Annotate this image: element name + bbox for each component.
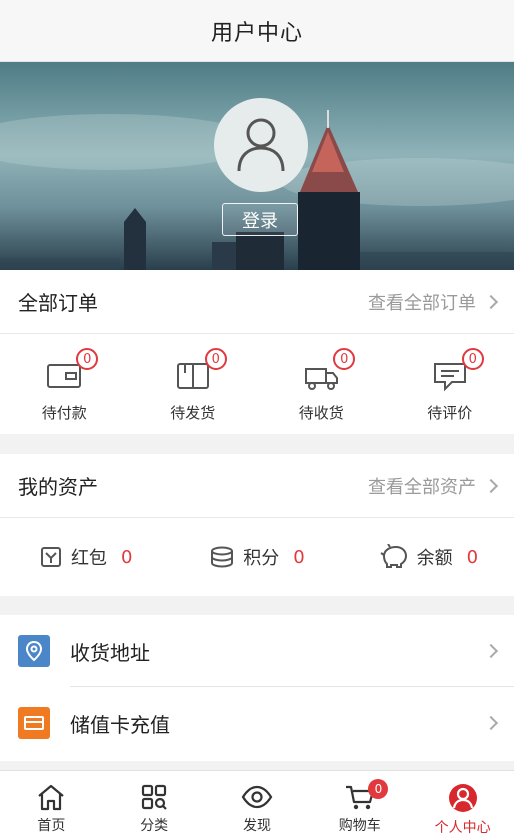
user-icon — [237, 118, 285, 172]
order-label: 待付款 — [41, 404, 87, 422]
person-icon — [448, 784, 477, 812]
profile-banner: 登录 — [0, 62, 514, 270]
chevron-right-icon — [483, 294, 499, 309]
asset-balance[interactable]: 余额 0 — [343, 544, 514, 570]
location-pin-icon — [18, 635, 50, 667]
order-pending-review[interactable]: 0 待评价 — [386, 334, 514, 434]
tab-label: 分类 — [140, 818, 169, 834]
tab-profile[interactable]: 个人中心 — [411, 771, 514, 838]
order-count-badge: 0 — [76, 348, 99, 370]
asset-label: 红包 — [70, 548, 107, 569]
category-icon — [142, 784, 167, 810]
asset-value: 0 — [120, 546, 133, 568]
asset-label: 余额 — [416, 548, 453, 569]
menu-label: 收货地址 — [70, 640, 150, 665]
home-icon — [38, 784, 65, 811]
orders-section: 全部订单 查看全部订单 0 待付款 0 待发货 0 待收货 0 待评价 — [0, 270, 514, 434]
orders-header[interactable]: 全部订单 查看全部订单 — [0, 270, 514, 334]
chevron-right-icon — [483, 478, 499, 493]
assets-title: 我的资产 — [18, 475, 98, 499]
piggy-bank-icon — [380, 544, 407, 568]
login-button[interactable]: 登录 — [222, 203, 298, 236]
tab-label: 个人中心 — [434, 820, 491, 836]
order-label: 待发货 — [170, 404, 216, 422]
view-all-assets-label: 查看全部资产 — [368, 476, 476, 498]
tab-discover[interactable]: 发现 — [206, 771, 309, 838]
order-status-row: 0 待付款 0 待发货 0 待收货 0 待评价 — [0, 334, 514, 434]
order-pending-shipment[interactable]: 0 待发货 — [129, 334, 258, 434]
comment-icon — [433, 363, 466, 392]
chevron-right-icon — [483, 643, 499, 659]
tab-home[interactable]: 首页 — [0, 771, 103, 838]
tab-category[interactable]: 分类 — [103, 771, 206, 838]
assets-row: 红包 0 积分 0 余额 0 — [0, 518, 514, 596]
order-pending-receipt[interactable]: 0 待收货 — [257, 334, 386, 434]
assets-section: 我的资产 查看全部资产 红包 0 积分 0 余额 0 — [0, 454, 514, 596]
asset-red-packet[interactable]: 红包 0 — [0, 544, 171, 570]
wallet-icon — [47, 364, 82, 388]
order-label: 待收货 — [298, 404, 344, 422]
card-icon — [18, 707, 50, 739]
assets-header[interactable]: 我的资产 查看全部资产 — [0, 454, 514, 518]
red-packet-icon — [40, 547, 61, 567]
top-bar: 用户中心 — [0, 0, 514, 62]
page-title: 用户中心 — [210, 20, 303, 46]
coins-icon — [211, 546, 234, 568]
chevron-right-icon — [483, 715, 499, 731]
order-count-badge: 0 — [204, 348, 227, 370]
menu-item-address[interactable]: 收货地址 — [0, 615, 514, 687]
cart-count-badge: 0 — [368, 779, 389, 799]
order-pending-payment[interactable]: 0 待付款 — [0, 334, 129, 434]
eye-icon — [241, 785, 273, 809]
order-count-badge: 0 — [333, 348, 356, 370]
tab-label: 购物车 — [338, 818, 381, 834]
view-all-orders-label: 查看全部订单 — [368, 292, 476, 314]
tab-cart[interactable]: 0 购物车 — [308, 771, 411, 838]
asset-value: 0 — [466, 546, 479, 568]
orders-title: 全部订单 — [18, 291, 98, 315]
asset-points[interactable]: 积分 0 — [171, 544, 342, 570]
avatar[interactable] — [214, 98, 308, 192]
asset-value: 0 — [293, 546, 305, 568]
tab-label: 首页 — [37, 818, 66, 834]
order-label: 待评价 — [427, 404, 473, 422]
view-all-assets-link[interactable]: 查看全部资产 — [368, 473, 500, 499]
package-icon — [176, 363, 209, 389]
asset-label: 积分 — [243, 548, 280, 569]
order-count-badge: 0 — [461, 348, 484, 370]
user-center-page: 用户中心 登录 全部订单 查看全部订单 0 待付款 0 待发货 0 待收货 0 … — [0, 0, 514, 838]
menu-label: 储值卡充值 — [70, 712, 170, 737]
tab-label: 发现 — [242, 818, 271, 834]
menu-item-stored-value-card[interactable]: 储值卡充值 — [0, 687, 514, 759]
bottom-tab-bar: 首页 分类 发现 0 购物车 个人中心 — [0, 770, 514, 838]
view-all-orders-link[interactable]: 查看全部订单 — [368, 289, 500, 315]
menu-list: 收货地址 储值卡充值 — [0, 615, 514, 761]
